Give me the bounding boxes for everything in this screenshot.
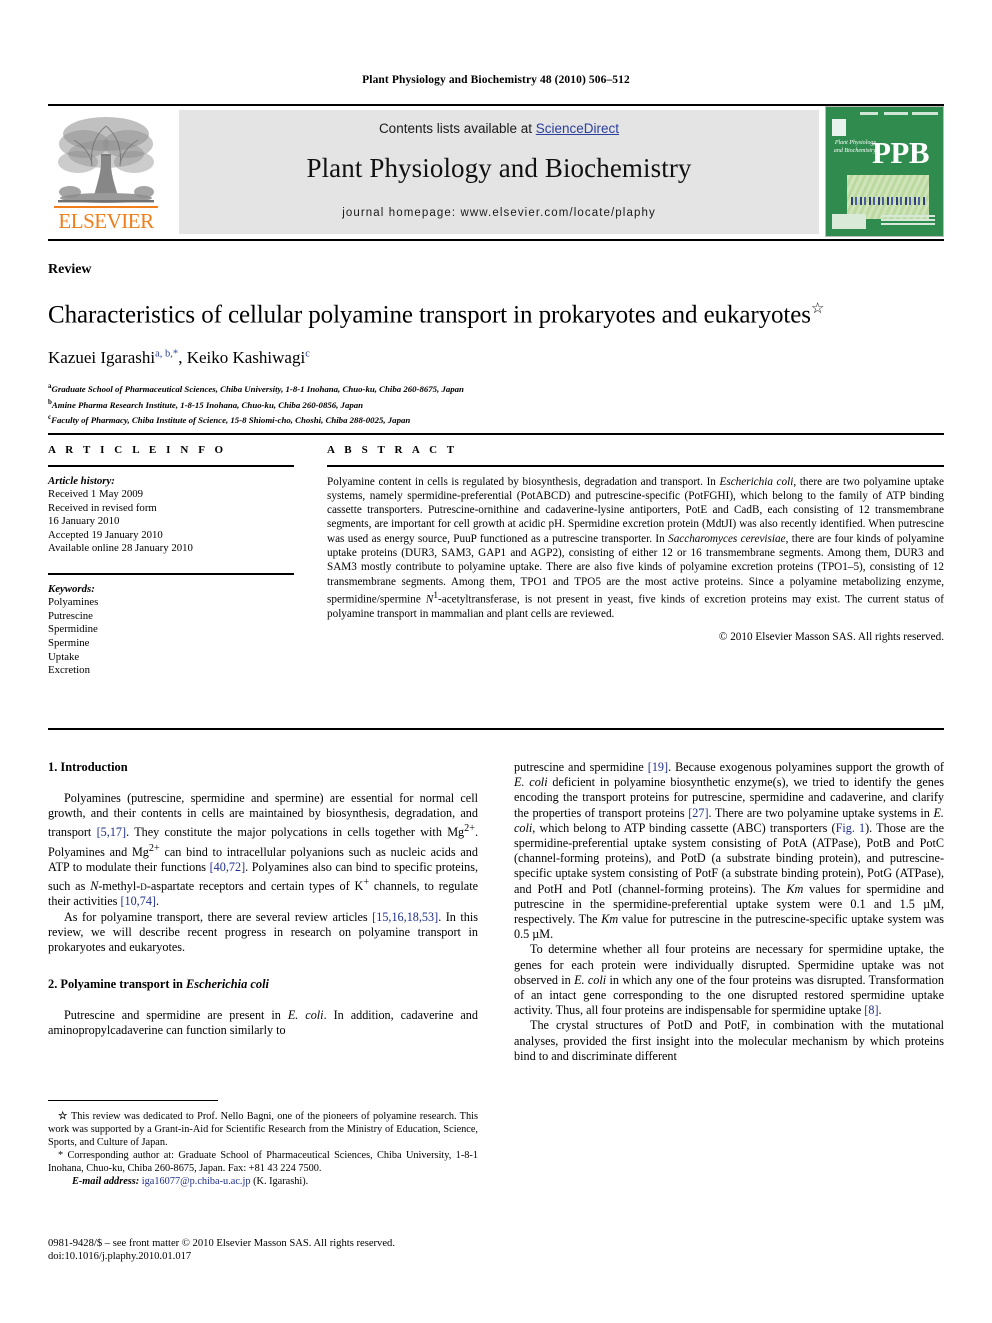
- article-history-group: Article history: Received 1 May 2009 Rec…: [48, 475, 294, 557]
- cover-top-bar: [832, 112, 938, 117]
- keyword-item: Uptake: [48, 650, 80, 663]
- article-info-column: A R T I C L E I N F O Article history: R…: [48, 444, 294, 678]
- keyword-item: Polyamines: [48, 596, 99, 609]
- masthead-top-rule: [48, 104, 944, 106]
- cover-elsevier-mark: [832, 119, 846, 136]
- author-name-1: Kazuei Igarashi: [48, 348, 156, 368]
- author-name-2: Keiko Kashiwagi: [186, 348, 306, 368]
- author-list: Kazuei Igarashia, b,*, Keiko Kashiwagic: [48, 348, 310, 368]
- body-column-left: 1. Introduction Polyamines (putrescine, …: [48, 760, 478, 1039]
- body-paragraph: As for polyamine transport, there are se…: [48, 909, 478, 955]
- contents-list-line: Contents lists available at ScienceDirec…: [179, 121, 819, 136]
- cover-bottom-strip: [832, 212, 937, 232]
- body-paragraph: Putrescine and spermidine are present in…: [48, 1008, 478, 1038]
- elsevier-wordmark: ELSEVIER: [50, 206, 162, 233]
- article-history-item: 16 January 2010: [48, 515, 120, 528]
- affil-text-a: Graduate School of Pharmaceutical Scienc…: [51, 384, 464, 395]
- footnote-corresponding-author: * Corresponding author at: Graduate Scho…: [48, 1150, 478, 1174]
- affiliation-b: bAmine Pharma Research Institute, 1-8-15…: [48, 396, 944, 411]
- article-history-item: Accepted 19 January 2010: [48, 528, 163, 541]
- article-type: Review: [48, 262, 92, 277]
- keyword-item: Putrescine: [48, 609, 93, 622]
- author-affil-marker-2: c: [305, 348, 310, 360]
- email-owner: (K. Igarashi).: [253, 1176, 309, 1187]
- issn-line: 0981-9428/$ – see front matter © 2010 El…: [48, 1238, 395, 1249]
- page-title-text: Characteristics of cellular polyamine tr…: [48, 301, 811, 329]
- footnote-email-line: E-mail address: iga16077@p.chiba-u.ac.jp…: [48, 1175, 478, 1188]
- journal-homepage-link[interactable]: journal homepage: www.elsevier.com/locat…: [179, 207, 819, 219]
- journal-masthead: ELSEVIER Contents lists available at Sci…: [48, 104, 944, 241]
- cover-bottom-badge: [832, 214, 866, 229]
- running-head: Plant Physiology and Biochemistry 48 (20…: [362, 74, 630, 86]
- abstract-text: Polyamine content in cells is regulated …: [327, 475, 945, 620]
- article-history-item: Received in revised form: [48, 501, 157, 514]
- page-title: Characteristics of cellular polyamine tr…: [48, 294, 944, 330]
- contents-prefix: Contents lists available at: [378, 121, 536, 136]
- footnote-block: ☆ This review was dedicated to Prof. Nel…: [48, 1110, 478, 1188]
- title-block: Review Characteristics of cellular polya…: [48, 262, 944, 426]
- keyword-item: Spermidine: [48, 623, 98, 636]
- body-paragraph: Polyamines (putrescine, spermidine and s…: [48, 791, 478, 909]
- journal-title: Plant Physiology and Biochemistry: [306, 153, 692, 183]
- section-heading-polyamine-transport-ecoli: 2. Polyamine transport in Escherichia co…: [48, 977, 269, 992]
- body-paragraph: The crystal structures of PotD and PotF,…: [514, 1018, 944, 1063]
- elsevier-wordmark-text: ELSEVIER: [58, 208, 154, 233]
- body-paragraph: To determine whether all four proteins a…: [514, 942, 944, 1018]
- body-column-right: putrescine and spermidine [19]. Because …: [514, 760, 944, 1064]
- cover-acronym: PPB: [872, 135, 930, 170]
- footnote-separator-rule: [48, 1100, 218, 1102]
- cover-bottom-lines: [881, 215, 935, 217]
- section-heading-introduction: 1. Introduction: [48, 760, 128, 774]
- body-paragraph: putrescine and spermidine [19]. Because …: [514, 760, 945, 942]
- imprint-block: 0981-9428/$ – see front matter © 2010 El…: [48, 1237, 478, 1264]
- abstract-copyright: © 2010 Elsevier Masson SAS. All rights r…: [718, 631, 944, 644]
- keywords-label: Keywords:: [48, 582, 95, 595]
- keywords-group: Keywords: Polyamines Putrescine Spermidi…: [48, 583, 294, 678]
- author-affil-marker-1: a, b,*: [155, 348, 179, 360]
- cover-photo-chain: [851, 197, 925, 205]
- keyword-item: Excretion: [48, 664, 90, 677]
- elsevier-wordmark-rule: [54, 206, 158, 208]
- abstract-hairline: [327, 465, 944, 467]
- affiliation-a: aGraduate School of Pharmaceutical Scien…: [48, 380, 944, 395]
- article-history-item: Received 1 May 2009: [48, 488, 144, 501]
- journal-cover-thumbnail: Plant Physiology and Biochemistry PPB: [825, 106, 944, 237]
- sciencedirect-link[interactable]: ScienceDirect: [536, 121, 619, 136]
- title-footnote-marker: ☆: [810, 301, 825, 317]
- article-info-heading: A R T I C L E I N F O: [48, 444, 227, 456]
- doi-line: doi:10.1016/j.plaphy.2010.01.017: [48, 1251, 192, 1263]
- cover-journal-name: Plant Physiology and Biochemistry: [833, 140, 876, 154]
- article-history-item: Available online 28 January 2010: [48, 542, 193, 555]
- journal-article-page: Plant Physiology and Biochemistry 48 (20…: [0, 0, 992, 1323]
- elsevier-logo: ELSEVIER: [50, 110, 160, 234]
- article-info-hairline: [48, 465, 294, 467]
- elsevier-tree-icon: [58, 117, 154, 203]
- keyword-item: Spermine: [48, 636, 90, 649]
- abstract-bottom-rule: [48, 728, 944, 730]
- abstract-heading: A B S T R A C T: [327, 444, 458, 456]
- masthead-band: Contents lists available at ScienceDirec…: [179, 110, 819, 234]
- email-address-label: E-mail address:: [72, 1176, 140, 1187]
- affil-text-b: Amine Pharma Research Institute, 1-8-15 …: [51, 399, 364, 410]
- keywords-hairline: [48, 573, 294, 575]
- masthead-bottom-rule: [48, 239, 944, 241]
- article-history-label: Article history:: [48, 474, 115, 487]
- affiliation-c: cFaculty of Pharmacy, Chiba Institute of…: [48, 411, 944, 426]
- email-address-link[interactable]: iga16077@p.chiba-u.ac.jp: [142, 1176, 251, 1187]
- info-section-top-rule: [48, 433, 944, 435]
- abstract-column: A B S T R A C T Polyamine content in cel…: [327, 444, 944, 643]
- footnote-dedication: ☆ This review was dedicated to Prof. Nel…: [48, 1111, 478, 1148]
- affil-text-c: Faculty of Pharmacy, Chiba Institute of …: [51, 414, 411, 425]
